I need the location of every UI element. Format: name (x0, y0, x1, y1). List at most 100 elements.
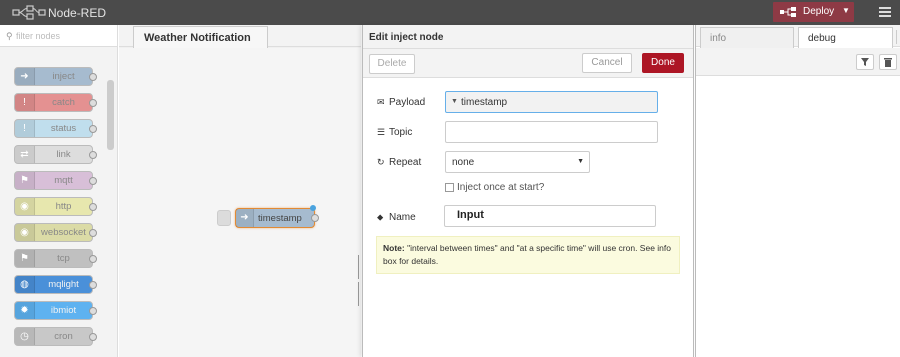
output-port (89, 333, 97, 341)
palette-node-label: ibmiot (50, 305, 77, 316)
palette-node-label: inject (52, 71, 75, 82)
app-title: Node-RED (48, 6, 107, 20)
inject-once-label: Inject once at start? (457, 182, 545, 193)
note-body: "interval between times" and "at a speci… (383, 243, 671, 266)
exclamation-icon: ! (15, 94, 35, 111)
header-bar: Node-RED Deploy ▼ (0, 0, 900, 25)
palette-node-catch[interactable]: ! catch (14, 93, 97, 112)
output-port (89, 203, 97, 211)
repeat-value: none (452, 157, 475, 168)
sidebar: info debug (695, 25, 900, 357)
canvas-node-label: timestamp (258, 213, 302, 224)
palette-node-label: catch (52, 97, 75, 108)
delete-button[interactable]: Delete (369, 54, 415, 74)
caret-down-icon: ▼ (577, 158, 584, 165)
palette-node-ibmiot[interactable]: ✹ ibmiot (14, 301, 97, 320)
filter-icon[interactable] (856, 54, 874, 70)
menu-icon[interactable] (879, 7, 891, 17)
sidebar-tabs: info debug (696, 25, 900, 49)
tab-scroll[interactable] (896, 30, 900, 44)
output-port (89, 177, 97, 185)
edit-tray: Edit inject node Delete Cancel Done ✉ Pa… (362, 25, 694, 357)
palette-node-mqtt[interactable]: ⚑ mqtt (14, 171, 97, 190)
tray-header: Edit inject node (363, 25, 693, 49)
deploy-icon (780, 7, 796, 17)
debug-toolbar (696, 48, 900, 76)
cancel-button[interactable]: Cancel (582, 53, 632, 73)
palette-node-label: http (55, 201, 72, 212)
note-text: Note: "interval between times" and "at a… (383, 242, 673, 268)
caret-down-icon[interactable]: ▼ (451, 98, 458, 105)
inject-trigger-button[interactable] (217, 210, 231, 226)
flow-tab[interactable]: Weather Notification (133, 26, 268, 48)
output-port (89, 229, 97, 237)
canvas-inject-node[interactable]: ➜ timestamp (217, 205, 319, 228)
name-value: Input (457, 209, 484, 221)
workspace-splitter[interactable] (358, 255, 361, 306)
palette-node-tcp[interactable]: ⚑ tcp (14, 249, 97, 268)
payload-label: Payload (389, 97, 426, 108)
palette-node-status[interactable]: ! status (14, 119, 97, 138)
output-port (89, 255, 97, 263)
palette-node-label: link (56, 149, 71, 160)
caret-down-icon[interactable]: ▼ (842, 6, 850, 15)
globe-icon: ◉ (15, 198, 35, 215)
palette-scrollbar[interactable] (107, 80, 114, 150)
topic-label: Topic (389, 127, 413, 138)
name-label: Name (389, 212, 416, 223)
tag-icon: ⬥ (377, 212, 384, 222)
arrow-icon: ➜ (15, 68, 35, 85)
palette-node-websocket[interactable]: ◉ websocket (14, 223, 97, 242)
deploy-button[interactable]: Deploy ▼ (773, 2, 854, 22)
payload-input[interactable]: ▼ timestamp (445, 91, 658, 113)
tab-debug[interactable]: debug (798, 27, 893, 49)
flow-canvas[interactable]: ➜ timestamp (119, 48, 361, 357)
palette-node-http[interactable]: ◉ http (14, 197, 97, 216)
flow-tab-bar: Weather Notification (119, 25, 361, 48)
output-port (89, 73, 97, 81)
tab-info[interactable]: info (700, 27, 794, 48)
palette-search[interactable]: ⚲ filter nodes (0, 25, 117, 47)
search-icon: ⚲ (6, 31, 13, 41)
deploy-label: Deploy (803, 6, 835, 17)
palette-node-inject[interactable]: ➜ inject (14, 67, 97, 86)
done-button[interactable]: Done (642, 53, 684, 73)
palette-node-link[interactable]: ⇄ link (14, 145, 97, 164)
tray-title: Edit inject node (369, 32, 444, 43)
repeat-select[interactable]: none ▼ (445, 151, 590, 173)
mqlight-icon: ◍ (15, 276, 35, 293)
tray-toolbar: Delete Cancel Done (363, 49, 693, 78)
inject-once-checkbox[interactable] (445, 183, 454, 192)
bridge-icon: ⚑ (15, 172, 35, 189)
envelope-icon: ✉ (377, 97, 385, 107)
palette-node-list: ➜ inject! catch ! status ⇄ link ⚑ mqtt ◉ http ◉ webs… (0, 47, 117, 357)
clock-icon: ◷ (15, 328, 35, 345)
flow-tab-label: Weather Notification (144, 32, 251, 44)
palette-node-label: cron (54, 331, 73, 342)
globe-icon: ◉ (15, 224, 35, 241)
tab-debug-label: debug (808, 33, 836, 44)
output-port (89, 151, 97, 159)
bridge-icon: ⚑ (15, 250, 35, 267)
exclamation-icon: ! (15, 120, 35, 137)
note-bold: Note: (383, 243, 405, 253)
repeat-label: Repeat (389, 157, 422, 168)
tasks-icon: ☰ (377, 127, 386, 137)
search-input[interactable]: filter nodes (16, 31, 60, 41)
output-port (89, 99, 97, 107)
gear-icon: ✹ (15, 302, 35, 319)
palette-node-mqlight[interactable]: ◍ mqlight (14, 275, 97, 294)
trash-icon[interactable] (879, 54, 897, 70)
palette-node-label: mqlight (48, 279, 79, 290)
palette-node-label: websocket (41, 227, 86, 238)
output-port (89, 281, 97, 289)
palette-node-label: mqtt (54, 175, 73, 186)
output-port (89, 307, 97, 315)
name-input[interactable]: Input (444, 205, 656, 227)
palette-node-label: tcp (57, 253, 70, 264)
palette-node-cron[interactable]: ◷ cron (14, 327, 97, 346)
changed-indicator (310, 205, 316, 211)
link-icon: ⇄ (15, 146, 35, 163)
topic-input[interactable] (445, 121, 658, 143)
output-port[interactable] (311, 214, 319, 222)
